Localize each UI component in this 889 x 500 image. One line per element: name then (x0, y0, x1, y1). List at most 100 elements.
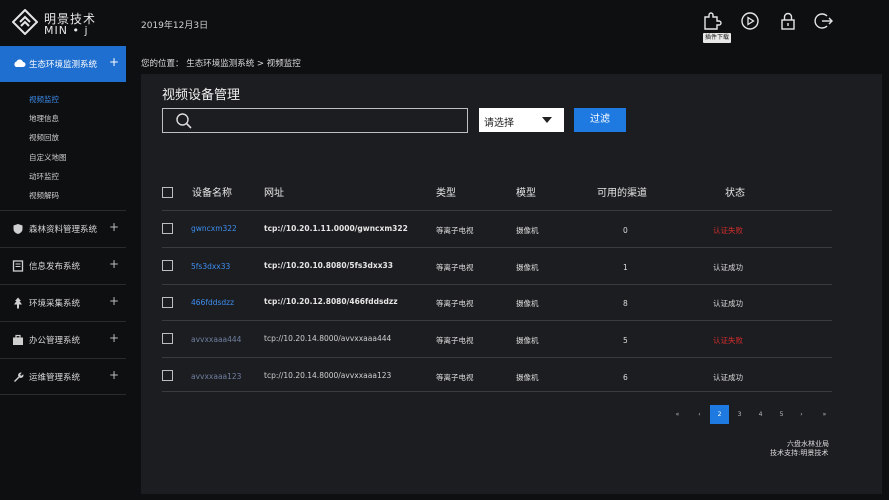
row-checkbox[interactable] (162, 260, 173, 271)
device-url: tcp://10.20.14.8000/avvxxaaa444 (264, 334, 392, 343)
expand-plus-icon[interactable]: + (109, 331, 119, 345)
device-model: 摄像机 (516, 226, 539, 235)
device-model: 摄像机 (516, 263, 539, 272)
sidebar-item-label: 生态环境监测系统 (29, 60, 98, 70)
sidebar: 生态环境监测系统 + 视频监控 地理信息 视频回放 自定义地图 动环监控 视频解… (0, 46, 126, 500)
column-header-status: 状态 (725, 188, 745, 199)
submenu-geo-info[interactable]: 地理信息 (29, 113, 59, 124)
submenu-video-decode[interactable]: 视频解码 (29, 190, 59, 201)
sidebar-item-label: 办公管理系统 (29, 336, 81, 346)
pagination-next-button[interactable]: › (792, 405, 811, 424)
top-header: 明景技术 MIN • j 2019年12月3日 插件下载 (0, 0, 889, 46)
device-name-link[interactable]: avvxxaaa444 (191, 335, 241, 344)
lock-icon[interactable] (778, 11, 798, 31)
company-logo-icon (12, 9, 38, 35)
device-model: 摄像机 (516, 373, 539, 382)
row-checkbox[interactable] (162, 223, 173, 234)
device-url: tcp://10.20.12.8080/466fddsdzz (264, 297, 398, 306)
sidebar-item-label: 信息发布系统 (29, 262, 81, 272)
sidebar-item-maintenance[interactable]: 运维管理系统 + (0, 358, 126, 395)
status-badge: 认证失败 (713, 226, 743, 235)
status-badge: 认证成功 (713, 263, 743, 272)
row-checkbox[interactable] (162, 370, 173, 381)
column-header-type: 类型 (436, 188, 456, 199)
expand-plus-icon[interactable]: + (109, 55, 119, 69)
plugin-download-tooltip: 插件下载 (703, 33, 732, 43)
footer-tech-support: 技术支持:明景技术 (770, 449, 829, 457)
play-icon[interactable] (740, 11, 760, 31)
sidebar-item-forest[interactable]: 森林资料管理系统 + (0, 210, 126, 247)
device-url: tcp://10.20.14.8000/avvxxaaa123 (264, 371, 392, 380)
device-type: 等离子电视 (436, 299, 474, 308)
document-icon (12, 260, 24, 272)
search-input[interactable] (199, 112, 459, 129)
wrench-icon (14, 372, 24, 382)
table-divider (162, 357, 832, 358)
shield-icon (13, 224, 23, 234)
column-header-channels: 可用的渠道 (597, 188, 647, 199)
sidebar-item-eco-monitoring[interactable]: 生态环境监测系统 + (0, 46, 126, 82)
device-name-link[interactable]: avvxxaaa123 (191, 372, 241, 381)
device-channels: 8 (623, 299, 628, 308)
expand-plus-icon[interactable]: + (109, 220, 119, 234)
table-divider (162, 247, 832, 248)
sidebar-item-label: 森林资料管理系统 (29, 225, 98, 235)
device-type: 等离子电视 (436, 226, 474, 235)
search-box[interactable] (162, 108, 468, 133)
pagination-page-2[interactable]: 2 (710, 405, 729, 424)
device-name-link[interactable]: 466fddsdzz (191, 298, 234, 307)
submenu-custom-map[interactable]: 自定义地图 (29, 152, 67, 163)
status-badge: 认证成功 (713, 373, 743, 382)
status-badge: 认证成功 (713, 299, 743, 308)
device-channels: 6 (623, 373, 628, 382)
column-header-model: 模型 (516, 188, 536, 199)
device-model: 摄像机 (516, 299, 539, 308)
sidebar-divider (0, 394, 126, 395)
device-type: 等离子电视 (436, 263, 474, 272)
device-model: 摄像机 (516, 336, 539, 345)
row-checkbox[interactable] (162, 333, 173, 344)
expand-plus-icon[interactable]: + (109, 368, 119, 382)
sidebar-item-office[interactable]: 办公管理系统 + (0, 321, 126, 358)
submenu-video-monitor[interactable]: 视频监控 (29, 94, 59, 105)
table-divider (162, 284, 832, 285)
device-name-link[interactable]: gwncxm322 (191, 224, 237, 233)
column-header-url: 网址 (264, 188, 284, 199)
table-divider (162, 391, 832, 392)
device-name-link[interactable]: 5fs3dxx33 (191, 262, 230, 271)
device-url: tcp://10.20.10.8080/5fs3dxx33 (264, 261, 393, 270)
row-checkbox[interactable] (162, 297, 173, 308)
tree-icon (14, 297, 22, 309)
pagination-last-button[interactable]: » (815, 405, 834, 424)
device-type: 等离子电视 (436, 336, 474, 345)
device-channels: 1 (623, 263, 628, 272)
logout-icon[interactable] (814, 11, 834, 31)
submenu-env-monitor[interactable]: 动环监控 (29, 171, 59, 182)
expand-plus-icon[interactable]: + (109, 294, 119, 308)
select-all-checkbox[interactable] (162, 187, 173, 198)
pagination-page-3[interactable]: 3 (730, 405, 749, 424)
type-select[interactable]: 请选择 (479, 108, 564, 132)
column-header-device-name: 设备名称 (192, 188, 232, 199)
current-date: 2019年12月3日 (141, 21, 209, 31)
sidebar-item-label: 环境采集系统 (29, 299, 81, 309)
plugin-icon[interactable] (702, 11, 722, 31)
pagination-first-button[interactable]: « (668, 405, 687, 424)
sidebar-item-env-collect[interactable]: 环境采集系统 + (0, 284, 126, 321)
device-url: tcp://10.20.1.11.0000/gwncxm322 (264, 224, 408, 233)
device-type: 等离子电视 (436, 373, 474, 382)
select-value: 请选择 (484, 118, 514, 129)
caret-down-icon (542, 117, 552, 123)
pagination-page-4[interactable]: 4 (751, 405, 770, 424)
expand-plus-icon[interactable]: + (109, 257, 119, 271)
briefcase-icon (13, 334, 23, 345)
pagination-prev-button[interactable]: ‹ (690, 405, 709, 424)
pagination-page-5[interactable]: 5 (772, 405, 791, 424)
cloud-icon (14, 59, 26, 67)
status-badge: 认证失败 (713, 336, 743, 345)
sidebar-item-publish[interactable]: 信息发布系统 + (0, 247, 126, 284)
brand-subtitle: MIN • j (44, 24, 89, 37)
filter-button[interactable]: 过滤 (574, 108, 626, 132)
submenu-video-playback[interactable]: 视频回放 (29, 132, 59, 143)
table-divider (162, 320, 832, 321)
